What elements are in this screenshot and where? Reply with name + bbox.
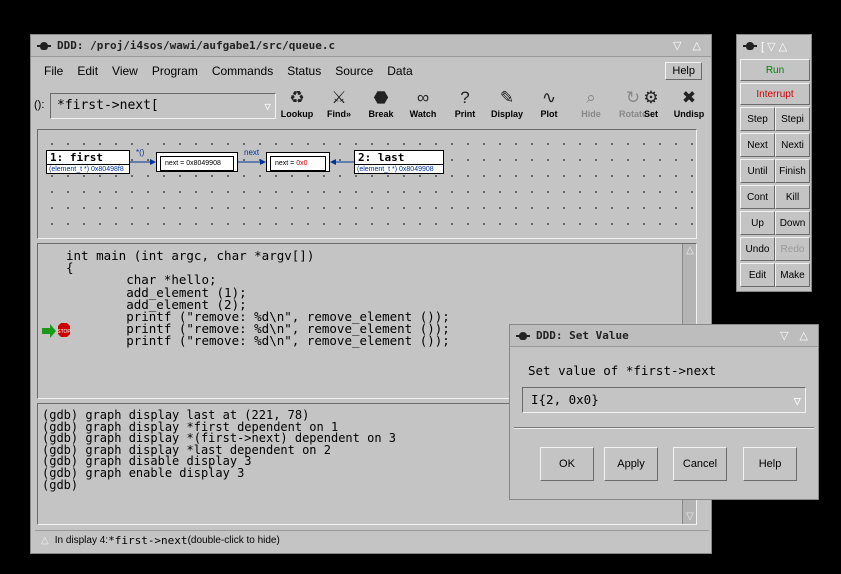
set-value-dialog: DDD: Set Value ▽ △ Set value of *first->… [509, 324, 819, 500]
graph-edges [130, 159, 354, 165]
break-button[interactable]: ⬣ Break [360, 87, 402, 125]
display-node-last[interactable]: 2: last (element_t *) 0x8049908 [354, 150, 444, 174]
magnifier-icon: ⌕ [586, 88, 596, 107]
until-button[interactable]: Until [740, 159, 775, 183]
node-first-title: 1: first [47, 151, 129, 165]
run-button[interactable]: Run [740, 59, 810, 81]
data-graph-window[interactable]: 1: first (element_t *) 0x80498f8 *() nex… [37, 129, 697, 239]
dialog-window-controls[interactable]: ▽ △ [780, 329, 812, 342]
command-tool: [ ▽ △ Run Interrupt Step Stepi Next Next… [736, 34, 812, 292]
status-toggle-icon[interactable]: △ [41, 535, 49, 546]
menu-source[interactable]: Source [328, 64, 380, 78]
cont-button[interactable]: Cont [740, 185, 775, 209]
main-window-title: DDD: /proj/i4sos/wawi/aufgabe1/src/queue… [57, 39, 336, 52]
redo-button[interactable]: Redo [775, 237, 810, 261]
next-button[interactable]: Next [740, 133, 775, 157]
undisplay-icon: ✖ [681, 88, 697, 107]
help-button[interactable]: Help [743, 447, 797, 481]
console-text: (gdb) graph display last at (221, 78) (g… [42, 408, 397, 492]
interrupt-button[interactable]: Interrupt [740, 83, 810, 105]
menu-status[interactable]: Status [280, 64, 328, 78]
argument-field[interactable]: *first->next[ ▽ [50, 93, 276, 119]
source-code: int main (int argc, char *argv[]) { char… [66, 248, 450, 349]
nexti-button[interactable]: Nexti [775, 133, 810, 157]
down-button[interactable]: Down [775, 211, 810, 235]
kill-button[interactable]: Kill [775, 185, 810, 209]
set-icon: ⚙ [643, 88, 659, 107]
menu-view[interactable]: View [105, 64, 145, 78]
node-next-value: next = 0x0 [270, 156, 326, 171]
menu-help[interactable]: Help [665, 62, 702, 80]
set-value-input[interactable]: I{2, 0x0} ▽ [522, 387, 806, 413]
undisplay-button[interactable]: ✖ Undisp [668, 87, 710, 125]
toolbar: (): *first->next[ ▽ ♻ Lookup ⚔ Find» ⬣ Brea… [32, 85, 710, 127]
command-tool-bug-icon[interactable] [743, 40, 757, 52]
window-controls[interactable]: ▽ △ [673, 39, 705, 52]
scroll-down-icon[interactable]: ▽ [683, 510, 697, 524]
display-node-first-deref[interactable]: next = 0x8049908 [156, 152, 238, 172]
question-icon: ? [460, 88, 470, 107]
stop-label: STOP [57, 329, 71, 335]
argument-value: *first->next [57, 98, 151, 113]
node-first-deref-value: next = 0x8049908 [160, 156, 234, 171]
print-button[interactable]: ? Print [444, 87, 486, 125]
step-button[interactable]: Step [740, 107, 775, 131]
hide-button[interactable]: ⌕ Hide [570, 87, 612, 125]
node-first-value: (element_t *) 0x80498f8 [49, 166, 124, 173]
menu-data[interactable]: Data [380, 64, 419, 78]
apply-button[interactable]: Apply [604, 447, 658, 481]
status-prefix: In display 4: [54, 535, 109, 546]
lookup-button[interactable]: ♻ Lookup [276, 87, 318, 125]
node-last-value: (element_t *) 0x8049908 [357, 166, 434, 173]
arg-label: (): [34, 99, 45, 111]
ddd-bug-icon[interactable] [37, 40, 51, 52]
menu-file[interactable]: File [32, 64, 70, 78]
watch-button[interactable]: ∞ Watch [402, 87, 444, 125]
stop-sign-icon: ⬣ [373, 88, 389, 107]
command-tool-controls[interactable]: [ ▽ △ [761, 40, 787, 53]
menubar: File Edit View Program Commands Status S… [32, 58, 710, 84]
stepi-button[interactable]: Stepi [775, 107, 810, 131]
cancel-button[interactable]: Cancel [673, 447, 727, 481]
node-last-title: 2: last [355, 151, 443, 165]
edit-button[interactable]: Edit [740, 263, 775, 287]
dialog-message: Set value of *first->next [528, 363, 717, 378]
status-bar: △ In display 4: *first->next (double-cli… [35, 530, 709, 550]
dialog-title: DDD: Set Value [536, 329, 629, 342]
finish-button[interactable]: Finish [775, 159, 810, 183]
edge-label-next: next [244, 148, 260, 157]
status-suffix: (double-click to hide) [187, 535, 280, 546]
make-button[interactable]: Make [775, 263, 810, 287]
menu-program[interactable]: Program [145, 64, 205, 78]
lookup-icon: ♻ [289, 88, 305, 107]
display-node-first[interactable]: 1: first (element_t *) 0x80498f8 [46, 150, 130, 174]
up-button[interactable]: Up [740, 211, 775, 235]
main-titlebar[interactable]: DDD: /proj/i4sos/wawi/aufgabe1/src/queue… [31, 35, 711, 57]
command-tool-titlebar[interactable]: [ ▽ △ [737, 35, 811, 57]
ok-button[interactable]: OK [540, 447, 594, 481]
find-button[interactable]: ⚔ Find» [318, 87, 360, 125]
dialog-bug-icon[interactable] [516, 330, 530, 342]
display-node-next[interactable]: next = 0x0 [266, 152, 330, 172]
set-button[interactable]: ⚙ Set [630, 87, 672, 125]
dialog-titlebar[interactable]: DDD: Set Value ▽ △ [510, 325, 818, 347]
display-button[interactable]: ✎ Display [486, 87, 528, 125]
edge-label-deref: *() [136, 148, 145, 157]
plot-button[interactable]: ∿ Plot [528, 87, 570, 125]
undo-button[interactable]: Undo [740, 237, 775, 261]
scroll-up-icon[interactable]: △ [683, 244, 697, 258]
menu-edit[interactable]: Edit [70, 64, 105, 78]
find-icon: ⚔ [331, 88, 347, 107]
argument-dropdown-icon[interactable]: ▽ [264, 100, 271, 113]
pen-icon: ✎ [499, 88, 515, 107]
set-value-text: {2, 0x0} [538, 392, 599, 407]
breakpoint-stop-icon[interactable]: STOP [42, 323, 71, 338]
status-expression: *first->next [108, 534, 188, 547]
plot-icon: ∿ [541, 88, 557, 107]
menu-commands[interactable]: Commands [205, 64, 280, 78]
dialog-separator [514, 427, 814, 429]
glasses-icon: ∞ [416, 88, 430, 107]
value-dropdown-icon[interactable]: ▽ [793, 393, 801, 408]
